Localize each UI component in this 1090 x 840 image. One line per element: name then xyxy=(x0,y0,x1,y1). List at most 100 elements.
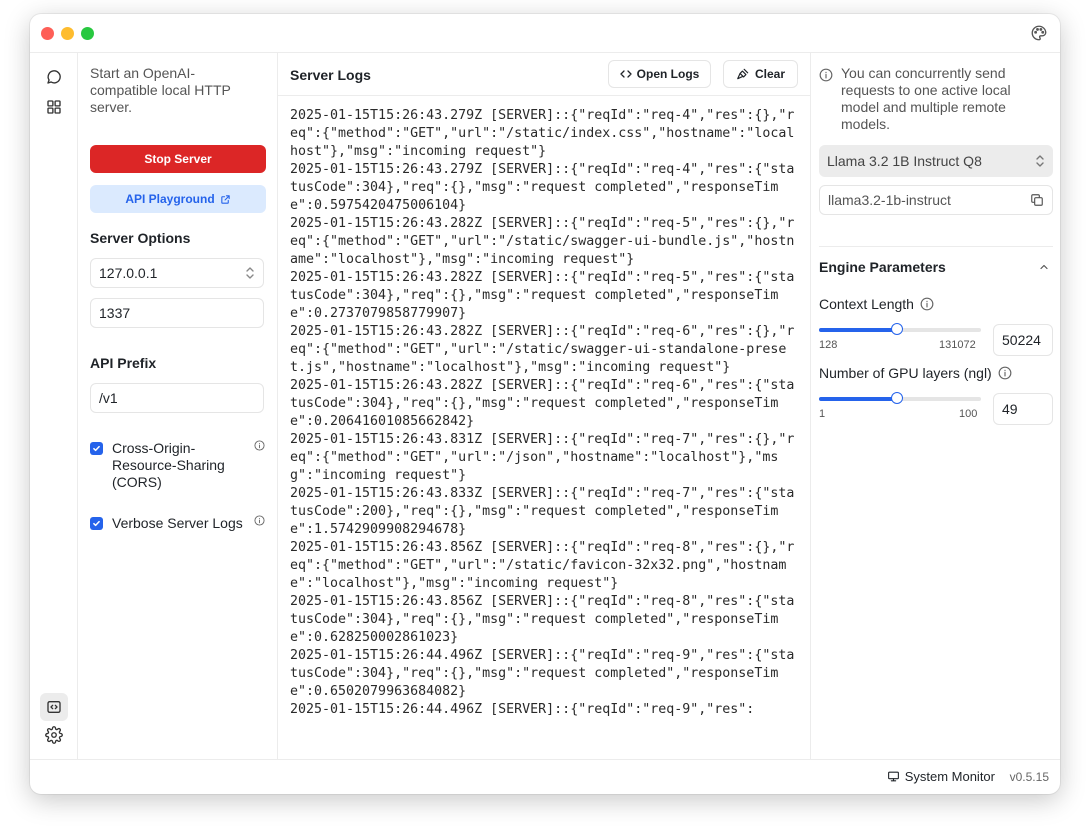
server-options-title: Server Options xyxy=(90,230,191,246)
log-line: 2025-01-15T15:26:43.279Z [SERVER]::{"req… xyxy=(290,162,795,213)
monitor-icon xyxy=(887,771,899,782)
logs-title: Server Logs xyxy=(290,67,371,83)
log-line: 2025-01-15T15:26:43.282Z [SERVER]::{"req… xyxy=(290,324,795,375)
context-length-slider-fill xyxy=(819,328,897,332)
host-select[interactable]: 127.0.0.1 xyxy=(90,258,264,288)
log-line: 2025-01-15T15:26:44.496Z [SERVER]::{"req… xyxy=(290,702,755,717)
log-line: 2025-01-15T15:26:43.282Z [SERVER]::{"req… xyxy=(290,378,795,429)
system-monitor-button[interactable]: System Monitor xyxy=(887,769,995,784)
verbose-logs-checkbox[interactable] xyxy=(90,517,103,530)
engine-parameters-title: Engine Parameters xyxy=(819,259,946,275)
maximize-window-button[interactable] xyxy=(81,27,94,40)
log-line: 2025-01-15T15:26:43.282Z [SERVER]::{"req… xyxy=(290,216,795,267)
info-icon[interactable] xyxy=(254,440,265,451)
gpu-layers-slider-fill xyxy=(819,397,897,401)
chevron-up-down-icon xyxy=(246,267,254,279)
context-length-slider[interactable] xyxy=(819,323,981,335)
gpu-layers-value: 49 xyxy=(1002,401,1018,417)
code-icon xyxy=(47,701,61,713)
host-value: 127.0.0.1 xyxy=(99,265,158,281)
status-bar: System Monitor v0.5.15 xyxy=(30,759,1060,794)
minimize-window-button[interactable] xyxy=(61,27,74,40)
gpu-layers-input[interactable]: 49 xyxy=(993,393,1053,425)
context-length-input[interactable]: 50224 xyxy=(993,324,1053,356)
code-brackets-icon xyxy=(620,70,632,78)
system-monitor-label: System Monitor xyxy=(904,769,995,784)
log-line: 2025-01-15T15:26:44.496Z [SERVER]::{"req… xyxy=(290,648,795,699)
open-logs-label: Open Logs xyxy=(636,67,700,81)
model-id-field[interactable]: llama3.2-1b-instruct xyxy=(819,185,1053,215)
server-intro-text: Start an OpenAI-compatible local HTTP se… xyxy=(90,65,231,115)
cors-option[interactable]: Cross-Origin-Resource-Sharing (CORS) xyxy=(90,440,268,491)
api-prefix-value: /v1 xyxy=(99,390,118,406)
server-logs-panel: Server Logs Open Logs Clear 2025-01-15T1… xyxy=(278,53,811,760)
gpu-layers-slider[interactable] xyxy=(819,392,981,404)
log-line: 2025-01-15T15:26:43.856Z [SERVER]::{"req… xyxy=(290,594,795,645)
context-length-label: Context Length xyxy=(819,296,914,312)
gpu-layers-max: 100 xyxy=(959,408,978,420)
info-icon[interactable] xyxy=(254,515,265,526)
info-icon[interactable] xyxy=(920,297,934,311)
port-value: 1337 xyxy=(99,305,131,321)
api-prefix-input[interactable]: /v1 xyxy=(90,383,264,413)
model-select[interactable]: Llama 3.2 1B Instruct Q8 xyxy=(819,145,1053,177)
context-length-label-row: Context Length xyxy=(819,296,934,312)
model-id-value: llama3.2-1b-instruct xyxy=(828,192,951,208)
nav-local-api-server[interactable] xyxy=(40,693,68,721)
log-line: 2025-01-15T15:26:43.279Z [SERVER]::{"req… xyxy=(290,108,795,159)
gpu-layers-slider-thumb[interactable] xyxy=(890,392,903,404)
settings-icon xyxy=(45,726,63,744)
model-name: Llama 3.2 1B Instruct Q8 xyxy=(827,153,982,169)
gpu-layers-label-row: Number of GPU layers (ngl) xyxy=(819,365,1012,381)
stop-server-label: Stop Server xyxy=(144,152,212,166)
title-bar xyxy=(30,14,1060,53)
check-icon xyxy=(93,445,100,452)
verbose-logs-option[interactable]: Verbose Server Logs xyxy=(90,515,268,532)
context-length-slider-thumb[interactable] xyxy=(890,323,903,335)
port-input[interactable]: 1337 xyxy=(90,298,264,328)
app-version: v0.5.15 xyxy=(1009,770,1049,784)
nav-settings[interactable] xyxy=(40,721,68,749)
cors-label: Cross-Origin-Resource-Sharing (CORS) xyxy=(112,440,225,490)
divider xyxy=(819,246,1053,247)
check-icon xyxy=(93,520,100,527)
context-length-value: 50224 xyxy=(1002,332,1041,348)
app-window: Start an OpenAI-compatible local HTTP se… xyxy=(30,14,1060,794)
concurrency-note-text: You can concurrently send requests to on… xyxy=(841,65,1011,132)
cors-checkbox[interactable] xyxy=(90,442,103,455)
server-panel: Start an OpenAI-compatible local HTTP se… xyxy=(78,53,278,760)
api-prefix-title: API Prefix xyxy=(90,355,157,371)
nav-rail xyxy=(30,53,78,760)
info-icon[interactable] xyxy=(998,366,1012,380)
context-length-max: 131072 xyxy=(939,339,976,351)
clear-logs-button[interactable]: Clear xyxy=(723,60,798,88)
log-output[interactable]: 2025-01-15T15:26:43.279Z [SERVER]::{"req… xyxy=(290,107,798,760)
brush-icon xyxy=(737,68,749,80)
open-logs-button[interactable]: Open Logs xyxy=(608,60,711,88)
nav-chat[interactable] xyxy=(40,63,68,91)
grid-icon xyxy=(47,100,61,114)
chat-icon xyxy=(47,70,61,84)
stop-server-button[interactable]: Stop Server xyxy=(90,145,266,173)
nav-hub[interactable] xyxy=(40,93,68,121)
copy-icon[interactable] xyxy=(1030,193,1044,207)
gpu-layers-min: 1 xyxy=(819,408,826,420)
log-line: 2025-01-15T15:26:43.833Z [SERVER]::{"req… xyxy=(290,486,795,537)
palette-icon[interactable] xyxy=(1030,24,1048,42)
chevron-up-down-icon xyxy=(1036,155,1044,167)
logs-header: Server Logs Open Logs Clear xyxy=(278,53,810,96)
api-playground-label: API Playground xyxy=(125,192,215,206)
api-playground-button[interactable]: API Playground xyxy=(90,185,266,213)
chevron-up-icon[interactable] xyxy=(1038,261,1050,273)
log-line: 2025-01-15T15:26:43.856Z [SERVER]::{"req… xyxy=(290,540,795,591)
clear-logs-label: Clear xyxy=(754,67,786,81)
gpu-layers-label: Number of GPU layers (ngl) xyxy=(819,365,992,381)
log-line: 2025-01-15T15:26:43.282Z [SERVER]::{"req… xyxy=(290,270,795,321)
close-window-button[interactable] xyxy=(41,27,54,40)
external-link-icon xyxy=(220,194,230,204)
log-line: 2025-01-15T15:26:43.831Z [SERVER]::{"req… xyxy=(290,432,795,483)
model-settings-panel: You can concurrently send requests to on… xyxy=(811,53,1060,760)
concurrency-note: You can concurrently send requests to on… xyxy=(819,65,1039,133)
info-icon xyxy=(819,68,833,82)
context-length-min: 128 xyxy=(819,339,838,351)
